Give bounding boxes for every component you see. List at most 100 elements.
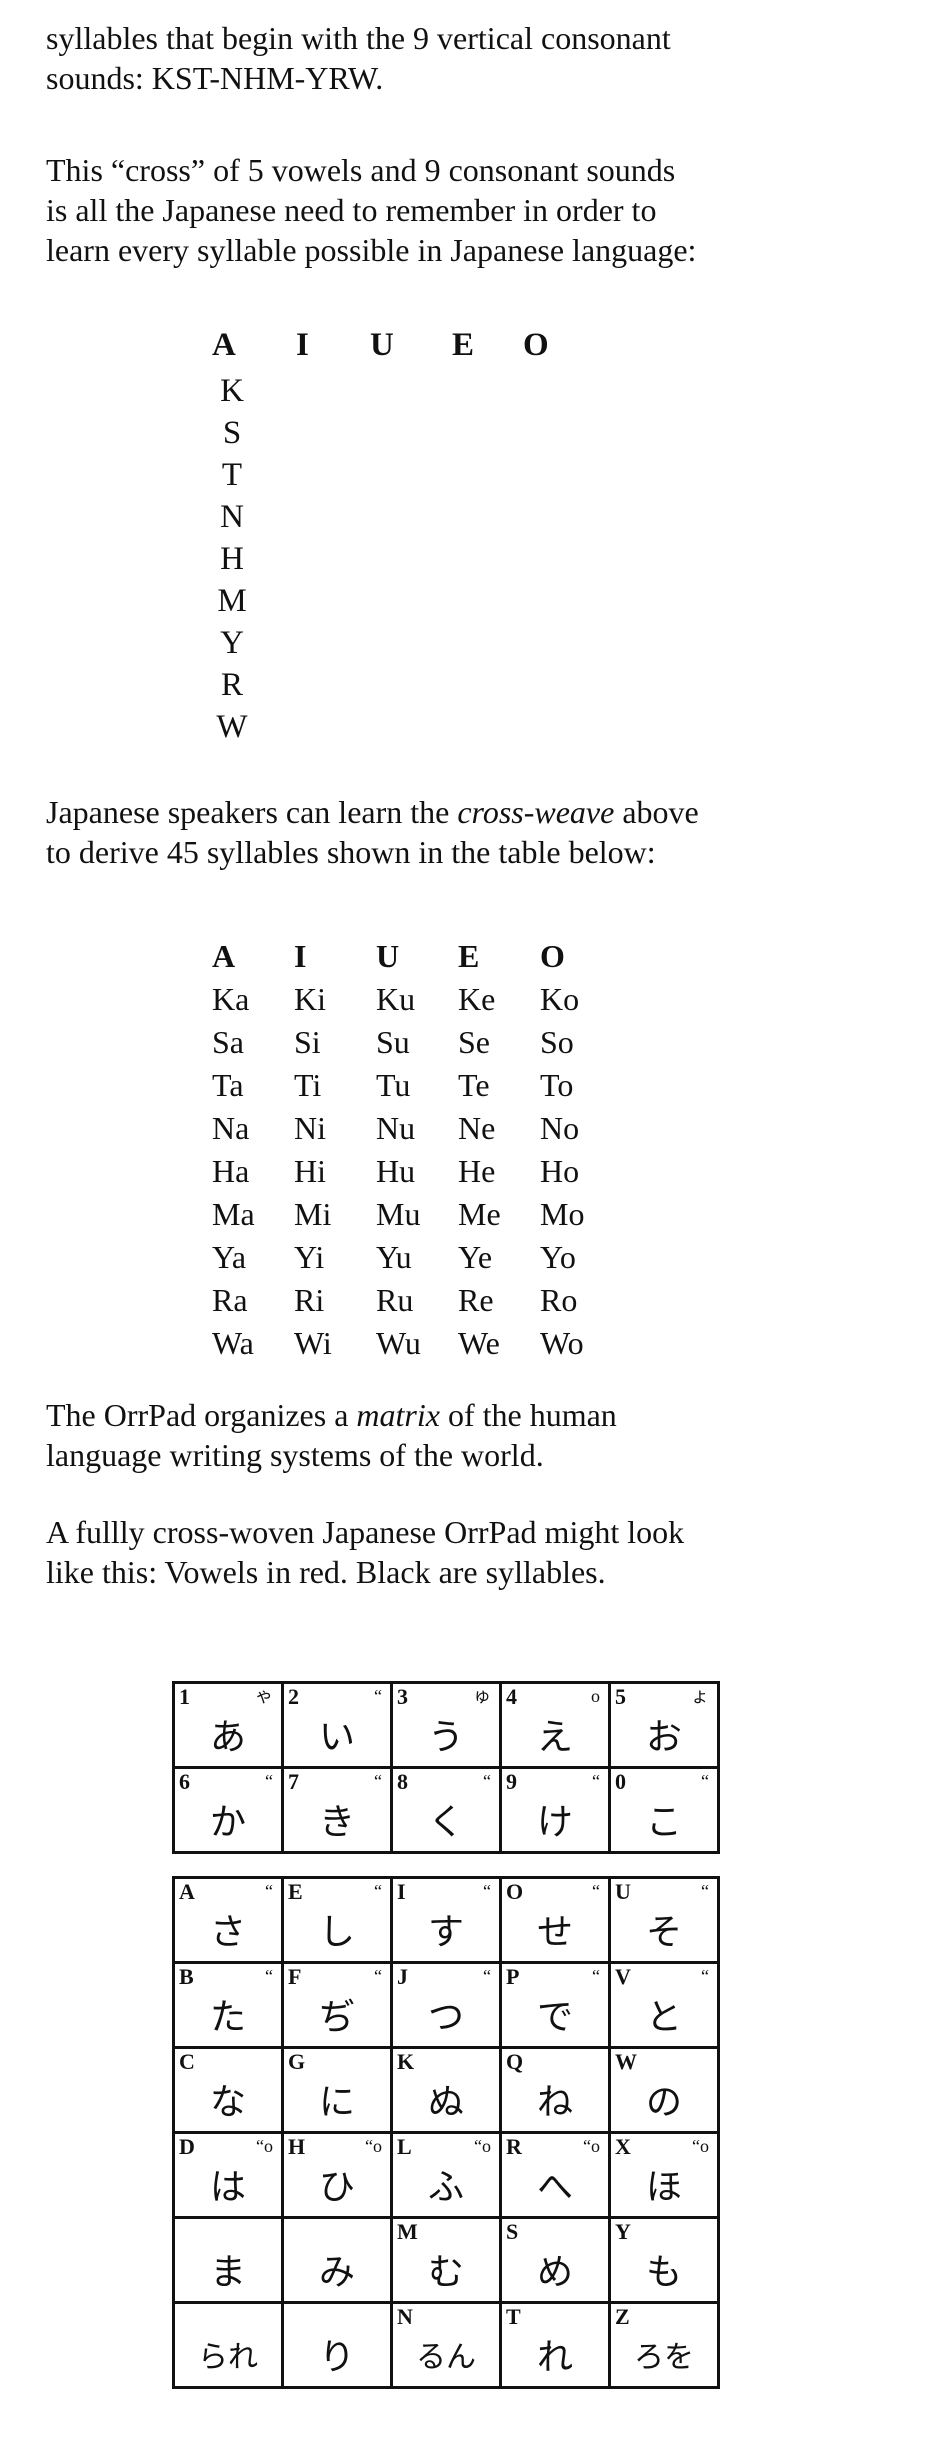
- syllable-cell: Re: [458, 1279, 540, 1322]
- orrpad-key[interactable]: 1ゃあ: [174, 1683, 283, 1768]
- key-label: O: [506, 1880, 523, 1904]
- key-label: Z: [615, 2305, 630, 2329]
- key-kana: け: [502, 1801, 608, 1851]
- orrpad-key[interactable]: 5ょお: [610, 1683, 719, 1768]
- orrpad-key[interactable]: Nるん: [392, 2303, 501, 2388]
- orrpad-key[interactable]: D“oは: [174, 2133, 283, 2218]
- orrpad-key[interactable]: Qね: [501, 2048, 610, 2133]
- weave-line-1-start: Japanese speakers can learn the: [46, 794, 457, 830]
- orrpad-key[interactable]: J“つ: [392, 1963, 501, 2048]
- syllable-cell: Na: [212, 1107, 294, 1150]
- syllable-table: A I U E O KaKiKuKeKoSaSiSuSeSoTaTiTuTeTo…: [212, 935, 622, 1365]
- key-kana: の: [611, 2081, 717, 2131]
- key-label: M: [397, 2220, 418, 2244]
- orrpad-key[interactable]: P“で: [501, 1963, 610, 2048]
- vowel-i: I: [296, 327, 309, 364]
- key-kana: そ: [611, 1911, 717, 1961]
- key-kana: た: [175, 1996, 281, 2046]
- syllable-cell: To: [540, 1064, 622, 1107]
- orrpad-key[interactable]: 8“く: [392, 1768, 501, 1853]
- key-kana: せ: [502, 1911, 608, 1961]
- orrpad-key[interactable]: 0“こ: [610, 1768, 719, 1853]
- key-label: 8: [397, 1770, 408, 1794]
- key-kana: こ: [611, 1801, 717, 1851]
- matrix-line-1: The OrrPad organizes a matrix of the hum…: [46, 1395, 856, 1435]
- orrpad-key[interactable]: られ: [174, 2303, 283, 2388]
- orrpad-key[interactable]: X“oほ: [610, 2133, 719, 2218]
- key-label: F: [288, 1965, 301, 1989]
- orrpad-key[interactable]: 4oえ: [501, 1683, 610, 1768]
- orrpad-key[interactable]: L“oふ: [392, 2133, 501, 2218]
- header-e: E: [458, 935, 540, 978]
- orrpad-key[interactable]: Wの: [610, 2048, 719, 2133]
- orrpad-row: まみMむSめYも: [174, 2218, 719, 2303]
- syllable-cell: Ne: [458, 1107, 540, 1150]
- orrpad-key[interactable]: E“し: [283, 1878, 392, 1963]
- orrpad-line-2: like this: Vowels in red. Black are syll…: [46, 1552, 856, 1592]
- orrpad-key[interactable]: B“た: [174, 1963, 283, 2048]
- key-kana: さ: [175, 1911, 281, 1961]
- key-diacritic-mark: “o: [583, 2136, 600, 2156]
- orrpad-row: CなGにKぬQねWの: [174, 2048, 719, 2133]
- orrpad-key[interactable]: Gに: [283, 2048, 392, 2133]
- key-label: T: [506, 2305, 521, 2329]
- orrpad-key[interactable]: I“す: [392, 1878, 501, 1963]
- orrpad-key[interactable]: 3ゅう: [392, 1683, 501, 1768]
- key-diacritic-mark: “: [483, 1771, 491, 1791]
- weave-paragraph: Japanese speakers can learn the cross-we…: [46, 792, 856, 872]
- syllable-row: SaSiSuSeSo: [212, 1021, 622, 1064]
- key-kana: は: [175, 2166, 281, 2216]
- syllable-cell: Mo: [540, 1193, 622, 1236]
- key-kana: れ: [502, 2336, 608, 2386]
- orrpad-row: A“さE“しI“すO“せU“そ: [174, 1878, 719, 1963]
- orrpad-row: B“たF“ぢJ“つP“でV“と: [174, 1963, 719, 2048]
- orrpad-key[interactable]: み: [283, 2218, 392, 2303]
- syllable-cell: Ma: [212, 1193, 294, 1236]
- orrpad-key[interactable]: H“oひ: [283, 2133, 392, 2218]
- orrpad-key[interactable]: Mむ: [392, 2218, 501, 2303]
- orrpad-row: 1ゃあ2“い3ゅう4oえ5ょお: [174, 1683, 719, 1768]
- orrpad-key[interactable]: 6“か: [174, 1768, 283, 1853]
- key-kana: む: [393, 2251, 499, 2301]
- orrpad-key[interactable]: Yも: [610, 2218, 719, 2303]
- key-kana: ろを: [611, 2336, 717, 2386]
- key-kana: め: [502, 2251, 608, 2301]
- syllable-cell: Wu: [376, 1322, 458, 1365]
- syllable-cell: Ra: [212, 1279, 294, 1322]
- orrpad-key[interactable]: 2“い: [283, 1683, 392, 1768]
- orrpad-key[interactable]: Sめ: [501, 2218, 610, 2303]
- orrpad-key[interactable]: Z ろを: [610, 2303, 719, 2388]
- key-kana: つ: [393, 1996, 499, 2046]
- orrpad-key[interactable]: Tれ: [501, 2303, 610, 2388]
- key-diacritic-mark: “: [374, 1771, 382, 1791]
- orrpad-key[interactable]: O“せ: [501, 1878, 610, 1963]
- cross-weave-term: cross-weave: [457, 794, 614, 830]
- orrpad-key[interactable]: V“と: [610, 1963, 719, 2048]
- orrpad-key[interactable]: U“そ: [610, 1878, 719, 1963]
- syllable-cell: Ho: [540, 1150, 622, 1193]
- header-o: O: [540, 935, 622, 978]
- orrpad-key[interactable]: F“ぢ: [283, 1963, 392, 2048]
- orrpad-key[interactable]: A“さ: [174, 1878, 283, 1963]
- orrpad-key[interactable]: ま: [174, 2218, 283, 2303]
- orrpad-key[interactable]: 9“け: [501, 1768, 610, 1853]
- key-kana: な: [175, 2081, 281, 2131]
- syllable-cell: Hi: [294, 1150, 376, 1193]
- key-diacritic-mark: o: [591, 1686, 600, 1706]
- orrpad-key[interactable]: り: [283, 2303, 392, 2388]
- syllable-row: WaWiWuWeWo: [212, 1322, 622, 1365]
- key-diacritic-mark: “: [483, 1966, 491, 1986]
- matrix-line-1-start: The OrrPad organizes a: [46, 1397, 356, 1433]
- key-diacritic-mark: ょ: [691, 1686, 709, 1706]
- key-label: U: [615, 1880, 631, 1904]
- syllable-cell: So: [540, 1021, 622, 1064]
- orrpad-key[interactable]: R“oへ: [501, 2133, 610, 2218]
- orrpad-key[interactable]: Cな: [174, 2048, 283, 2133]
- key-label: V: [615, 1965, 631, 1989]
- orrpad-key[interactable]: Kぬ: [392, 2048, 501, 2133]
- orrpad-key[interactable]: 7“き: [283, 1768, 392, 1853]
- key-kana: い: [284, 1716, 390, 1766]
- syllable-cell: He: [458, 1150, 540, 1193]
- consonant-k: K: [212, 370, 252, 412]
- orrpad-letter-rows: A“さE“しI“すO“せU“そB“たF“ぢJ“つP“でV“とCなGにKぬQねWの…: [172, 1876, 720, 2389]
